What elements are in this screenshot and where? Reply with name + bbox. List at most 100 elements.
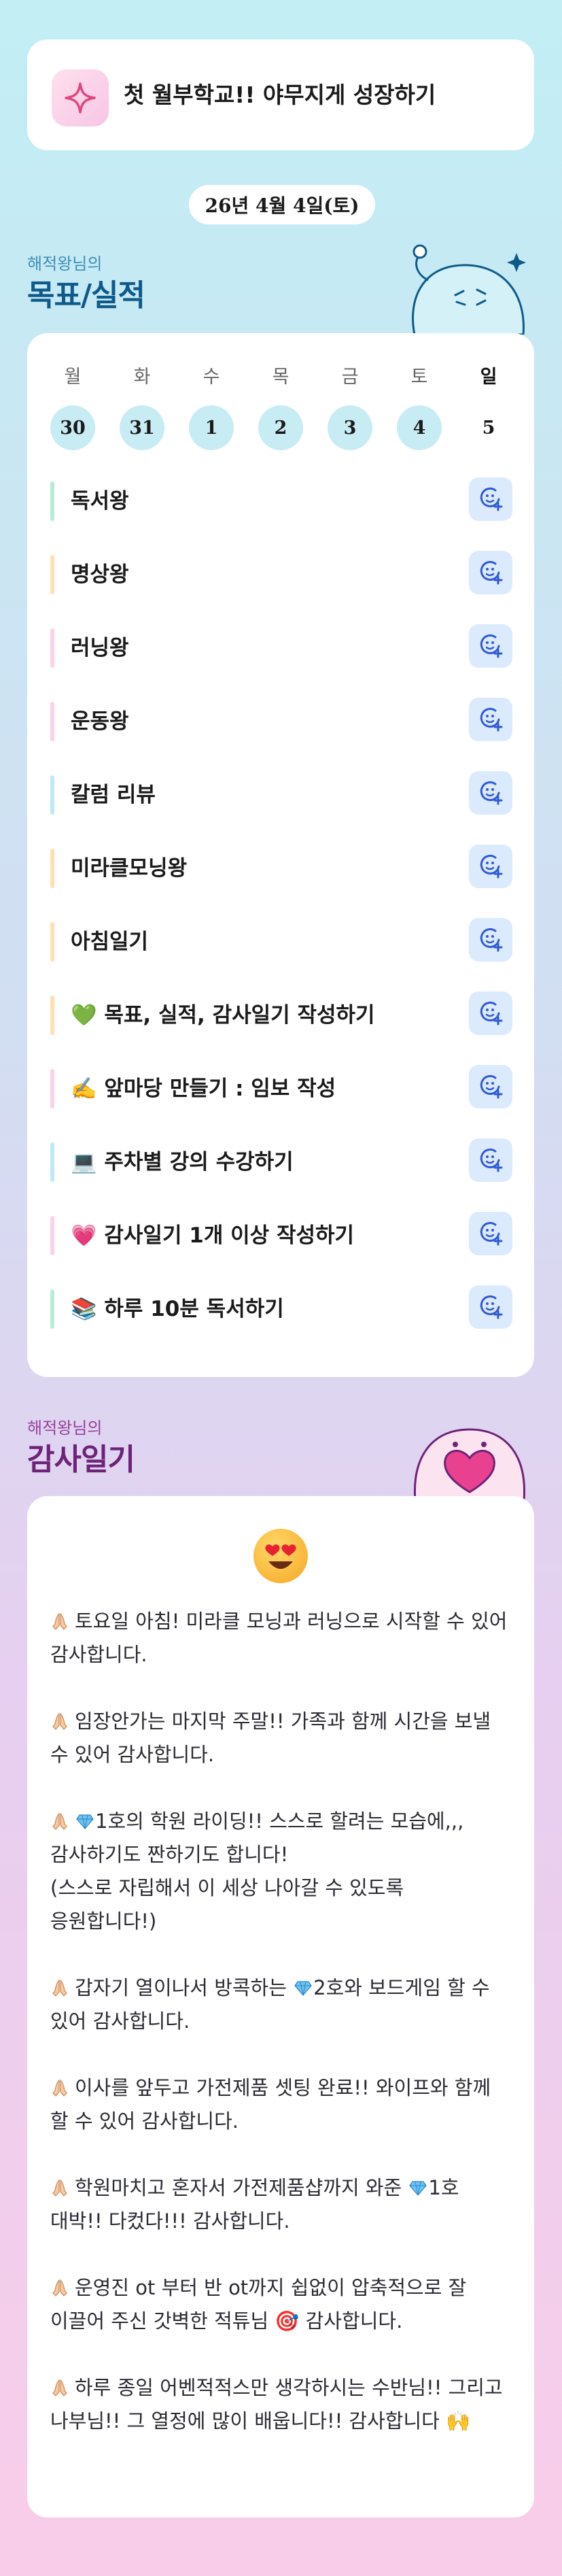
goal-item: 러닝왕 xyxy=(50,624,512,672)
smiley-plus-icon xyxy=(477,484,504,514)
folded-hands-icon xyxy=(50,2376,75,2399)
goal-item: 아침일기 xyxy=(50,918,512,966)
entry-text: 운영진 ot 부터 반 ot까지 쉽없이 압축적으로 잘 이끌어 주신 갓벽한 … xyxy=(50,2276,467,2333)
entry-text: 임장안가는 마지막 주말!! 가족과 함께 시간을 보낼 수 있어 감사합니다. xyxy=(50,1710,491,1766)
heart-mascot xyxy=(413,1428,526,1501)
goal-label: 💚 목표, 실적, 감사일기 작성하기 xyxy=(71,1003,375,1028)
weekday-label: 수 xyxy=(203,367,220,388)
goal-color-bar xyxy=(50,849,54,888)
goal-color-bar xyxy=(50,1289,54,1329)
smiley-plus-icon xyxy=(477,1072,504,1102)
smiley-plus-icon xyxy=(477,851,504,881)
calendar-date[interactable]: 30 xyxy=(50,405,95,450)
smiley-plus-icon xyxy=(477,1292,504,1322)
weekday-label: 목 xyxy=(272,367,289,388)
gratitude-entries: 토요일 아침! 미라클 모닝과 러닝으로 시작할 수 있어 감사합니다. 임장안가… xyxy=(50,1605,512,2471)
goal-color-bar xyxy=(50,481,54,521)
goal-item: 💗 감사일기 1개 이상 작성하기 xyxy=(50,1212,512,1259)
goal-item: 미라클모닝왕 xyxy=(50,845,512,892)
goal-color-bar xyxy=(50,1069,54,1108)
calendar-date[interactable]: 3 xyxy=(328,405,372,450)
folded-hands-icon xyxy=(50,1976,75,1999)
goal-color-bar xyxy=(50,996,54,1035)
page-title: 첫 월부학교!! 야무지게 성장하기 xyxy=(124,82,436,108)
add-reaction-button[interactable] xyxy=(469,1065,512,1108)
goal-label: 미라클모닝왕 xyxy=(71,856,188,881)
calendar-date[interactable]: 31 xyxy=(120,405,164,450)
folded-hands-icon xyxy=(50,2176,75,2199)
folded-hands-icon xyxy=(50,1810,75,1833)
folded-hands-icon xyxy=(50,2276,75,2299)
add-reaction-button[interactable] xyxy=(469,551,512,594)
smiley-plus-icon xyxy=(477,1219,504,1249)
gratitude-entry: 하루 종일 어벤적적스만 생각하시는 수반님!! 그리고 나부님!! 그 열정에… xyxy=(50,2371,512,2438)
goal-item: 명상왕 xyxy=(50,551,512,598)
goal-label: 명상왕 xyxy=(71,562,129,587)
goal-label: 💗 감사일기 1개 이상 작성하기 xyxy=(71,1223,355,1248)
goal-color-bar xyxy=(50,1216,54,1255)
add-reaction-button[interactable] xyxy=(469,918,512,962)
smiley-plus-icon xyxy=(477,705,504,734)
goal-label: 아침일기 xyxy=(71,930,149,954)
goal-item: 💚 목표, 실적, 감사일기 작성하기 xyxy=(50,992,512,1039)
add-reaction-button[interactable] xyxy=(469,771,512,815)
add-reaction-button[interactable] xyxy=(469,477,512,521)
weekday-label: 월 xyxy=(64,367,82,388)
add-reaction-button[interactable] xyxy=(469,1212,512,1255)
gratitude-entry: 임장안가는 마지막 주말!! 가족과 함께 시간을 보낼 수 있어 감사합니다. xyxy=(50,1705,512,1772)
add-reaction-button[interactable] xyxy=(469,1285,512,1329)
gratitude-entry: 토요일 아침! 미라클 모닝과 러닝으로 시작할 수 있어 감사합니다. xyxy=(50,1605,512,1672)
goal-label: 💻 주차별 강의 수강하기 xyxy=(71,1150,294,1174)
entry-text: 이사를 앞두고 가전제품 셋팅 완료!! 와이프와 함께 할 수 있어 감사합니… xyxy=(50,2076,491,2133)
calendar-date[interactable]: 2 xyxy=(258,405,303,450)
entry-text: 갑자기 열이나서 방콕하는 xyxy=(75,1976,294,1999)
entry-text: (스스로 자립해서 이 세상 나아갈 수 있도록 응원합니다!) xyxy=(50,1876,404,1933)
goal-color-bar xyxy=(50,702,54,741)
goal-color-bar xyxy=(50,555,54,594)
gratitude-entry: 이사를 앞두고 가전제품 셋팅 완료!! 와이프와 함께 할 수 있어 감사합니… xyxy=(50,2071,512,2138)
calendar-date[interactable]: 1 xyxy=(189,405,234,450)
add-reaction-button[interactable] xyxy=(469,992,512,1035)
goal-color-bar xyxy=(50,628,54,668)
gratitude-entry: 학원마치고 혼자서 가전제품샵까지 와준 1호 대박!! 다컸다!!! 감사합니… xyxy=(50,2171,512,2238)
calendar-date[interactable]: 4 xyxy=(397,405,442,450)
goals-card: 월 30 화 31 수 1 목 2 금 3 토 4 일 5 독서왕 명상왕 러닝왕 운동왕 칼럼 리뷰 미라클모닝왕… xyxy=(27,333,534,1377)
goal-label: 운동왕 xyxy=(71,709,129,734)
gratitude-entry: 갑자기 열이나서 방콕하는 2호와 보드게임 할 수 있어 감사합니다. xyxy=(50,1971,512,2038)
calendar-date[interactable]: 5 xyxy=(466,405,511,450)
smiley-plus-icon xyxy=(477,631,504,661)
gem-icon xyxy=(75,1810,95,1833)
gem-icon xyxy=(408,2176,428,2199)
add-reaction-button[interactable] xyxy=(469,845,512,888)
goal-item: 독서왕 xyxy=(50,477,512,525)
goal-item: 칼럼 리뷰 xyxy=(50,771,512,819)
entry-text: 하루 종일 어벤적적스만 생각하시는 수반님!! 그리고 나부님!! 그 열정에… xyxy=(50,2376,503,2433)
goal-item: ✍️ 앞마당 만들기 : 임보 작성 xyxy=(50,1065,512,1113)
smiley-plus-icon xyxy=(477,998,504,1028)
weekday-label: 일 xyxy=(480,367,497,388)
add-reaction-button[interactable] xyxy=(469,698,512,741)
weekday-label: 토 xyxy=(410,367,428,388)
goal-label: 칼럼 리뷰 xyxy=(71,783,156,807)
weekday-label: 화 xyxy=(133,367,151,388)
goal-color-bar xyxy=(50,922,54,962)
folded-hands-icon xyxy=(50,1610,75,1633)
add-reaction-button[interactable] xyxy=(469,1138,512,1182)
gem-icon xyxy=(293,1976,313,1999)
add-reaction-button[interactable] xyxy=(469,624,512,668)
goal-label: 러닝왕 xyxy=(71,636,129,660)
goal-color-bar xyxy=(50,1142,54,1182)
gratitude-card: 토요일 아침! 미라클 모닝과 러닝으로 시작할 수 있어 감사합니다. 임장안가… xyxy=(27,1496,534,2518)
smiley-plus-icon xyxy=(477,1145,504,1175)
entry-text: 토요일 아침! 미라클 모닝과 러닝으로 시작할 수 있어 감사합니다. xyxy=(50,1610,508,1666)
heart-eyes-emoji xyxy=(253,1529,308,1583)
smiley-plus-icon xyxy=(477,778,504,808)
goal-label: ✍️ 앞마당 만들기 : 임보 작성 xyxy=(71,1077,336,1101)
goal-label: 독서왕 xyxy=(71,489,129,513)
smiley-plus-icon xyxy=(477,558,504,588)
gratitude-entry: 운영진 ot 부터 반 ot까지 쉽없이 압축적으로 잘 이끌어 주신 갓벽한 … xyxy=(50,2271,512,2338)
goal-color-bar xyxy=(50,775,54,815)
goal-label: 📚 하루 10분 독서하기 xyxy=(71,1297,284,1321)
gratitude-title: 감사일기 xyxy=(27,1442,135,1477)
folded-hands-icon xyxy=(50,1710,75,1733)
